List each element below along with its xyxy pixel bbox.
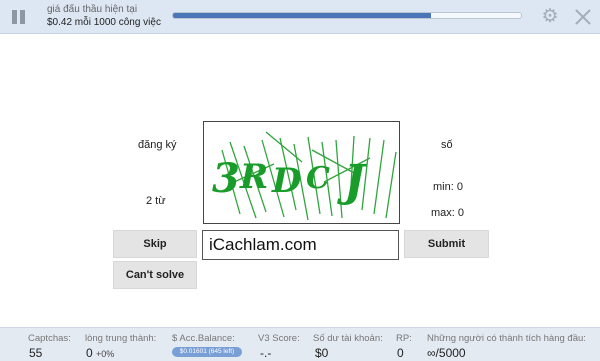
cant-solve-button[interactable]: Can't solve (113, 261, 197, 289)
rp-value: 0 (397, 346, 404, 360)
task-progress-fill (173, 13, 431, 18)
top-bar: giá đấu thầu hiện tại $0.42 mỗi 1000 côn… (0, 0, 600, 34)
skip-button[interactable]: Skip (113, 230, 197, 258)
captcha-glyph: D (271, 161, 302, 201)
top-performers-label: Những người có thành tích hàng đầu: (427, 333, 586, 344)
account-balance-value: $0 (315, 346, 329, 360)
min-length-label: min: 0 (433, 181, 463, 193)
loyalty-percent: +0% (96, 349, 115, 359)
captchas-value: 55 (29, 346, 43, 360)
v3-score-value: -.- (260, 346, 272, 360)
task-progress-bar (172, 12, 522, 19)
captcha-glyph: C (306, 161, 330, 196)
rp-label: RP: (396, 333, 412, 344)
close-icon[interactable] (572, 6, 594, 28)
captcha-answer-input[interactable] (202, 230, 399, 260)
loyalty-count: 0 (86, 346, 93, 360)
loyalty-value: 0 +0% (86, 346, 114, 360)
v3-score-label: V3 Score: (258, 333, 300, 344)
balance-pill: $0.01601 (645 left) (172, 347, 242, 357)
word-count-label: 2 từ (146, 195, 166, 207)
submit-button[interactable]: Submit (404, 230, 489, 258)
top-performers-value: ∞/5000 (427, 346, 466, 360)
captcha-glyph: J (337, 156, 368, 207)
account-balance-label: Số dư tài khoản: (313, 333, 383, 344)
stats-bar: Captchas: 55 lòng trung thành: 0 +0% $ A… (0, 327, 600, 361)
captcha-glyph: R (239, 157, 268, 197)
task-type-label: đăng ký (138, 139, 177, 151)
numbers-label: số (441, 139, 453, 151)
captchas-label: Captchas: (28, 333, 71, 344)
current-bid-value: $0.42 mỗi 1000 công việc (47, 17, 161, 28)
captcha-glyph: 3 (212, 155, 240, 202)
balance-label: $ Acc.Balance: (172, 333, 235, 344)
gear-icon[interactable]: ⚙ (540, 7, 560, 27)
current-bid-label: giá đấu thầu hiện tại (47, 4, 138, 15)
captcha-image: 3 R D C J (203, 121, 400, 224)
loyalty-label: lòng trung thành: (85, 333, 157, 344)
pause-icon[interactable] (5, 5, 31, 29)
max-length-label: max: 0 (431, 207, 465, 219)
